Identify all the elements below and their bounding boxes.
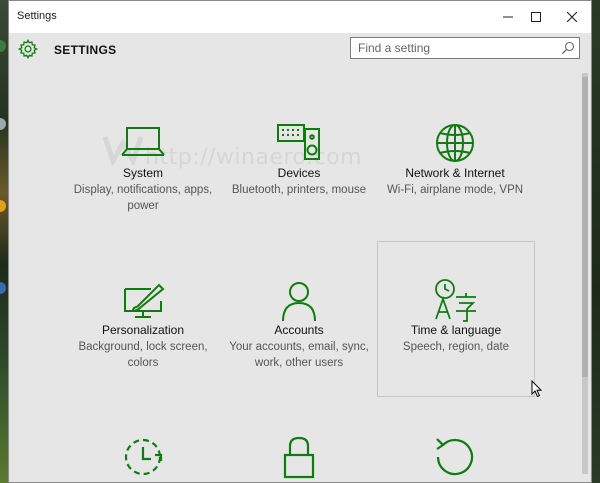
scrollbar-thumb[interactable] <box>582 77 588 377</box>
settings-grid: http://winaero.com System Display, notif… <box>9 65 579 482</box>
mouse-cursor-icon <box>531 380 543 398</box>
tile-system[interactable]: System Display, notifications, apps, pow… <box>65 119 221 275</box>
update-icon <box>124 438 163 476</box>
history-icon <box>436 438 474 476</box>
tile-update-recovery[interactable] <box>377 433 533 482</box>
maximize-icon <box>531 12 541 22</box>
tile-description: Background, lock screen, colors <box>78 341 208 369</box>
laptop-icon <box>121 127 165 156</box>
tile-name: Time & language <box>410 323 502 337</box>
person-icon <box>282 282 316 322</box>
search-box[interactable] <box>350 37 580 59</box>
settings-header: SETTINGS <box>9 33 591 65</box>
gear-icon <box>17 38 39 60</box>
search-input[interactable] <box>351 38 558 58</box>
tile-accounts[interactable]: Accounts Your accounts, email, sync, wor… <box>221 277 377 433</box>
desktop-icon <box>0 282 6 294</box>
settings-window: Settings SETTINGS Find a setting http://… <box>8 0 592 483</box>
window-title: Settings <box>17 10 57 22</box>
paint-brush-icon <box>124 283 165 318</box>
tile-time-language[interactable]: Time & language Speech, region, date <box>377 241 535 397</box>
scrollbar[interactable] <box>579 65 591 482</box>
tile-privacy[interactable] <box>221 433 377 482</box>
keyboard-speaker-icon <box>277 124 320 160</box>
lock-icon <box>283 436 315 479</box>
desktop-icon <box>0 200 6 212</box>
search-icon[interactable] <box>561 41 575 55</box>
desktop-icon <box>0 40 6 52</box>
tile-name: Network & Internet <box>405 166 505 180</box>
close-icon <box>567 12 577 22</box>
title-bar[interactable]: Settings <box>9 1 591 33</box>
time-language-icon <box>435 279 476 322</box>
maximize-button[interactable] <box>519 1 553 33</box>
tile-description: Your accounts, email, sync, work, other … <box>229 341 369 369</box>
tile-name: Personalization <box>101 323 185 337</box>
tile-update-security[interactable] <box>65 433 221 482</box>
tile-name: Devices <box>277 166 321 180</box>
tile-description: Wi-Fi, airplane mode, VPN <box>386 184 524 196</box>
tile-devices[interactable]: Devices Bluetooth, printers, mouse <box>221 119 377 275</box>
tile-description: Bluetooth, printers, mouse <box>231 184 367 196</box>
tile-description: Display, notifications, apps, power <box>73 184 213 212</box>
globe-icon <box>436 124 474 162</box>
page-title: SETTINGS <box>54 43 117 57</box>
desktop-right-edge <box>592 0 600 483</box>
tile-name: System <box>122 166 163 180</box>
desktop-icon <box>0 118 6 130</box>
tile-personalization[interactable]: Personalization Background, lock screen,… <box>65 277 221 433</box>
tile-description: Speech, region, date <box>402 341 510 353</box>
desktop-left-edge <box>0 0 8 483</box>
tile-name: Accounts <box>274 323 324 337</box>
close-button[interactable] <box>555 1 589 33</box>
minimize-icon <box>503 16 513 18</box>
